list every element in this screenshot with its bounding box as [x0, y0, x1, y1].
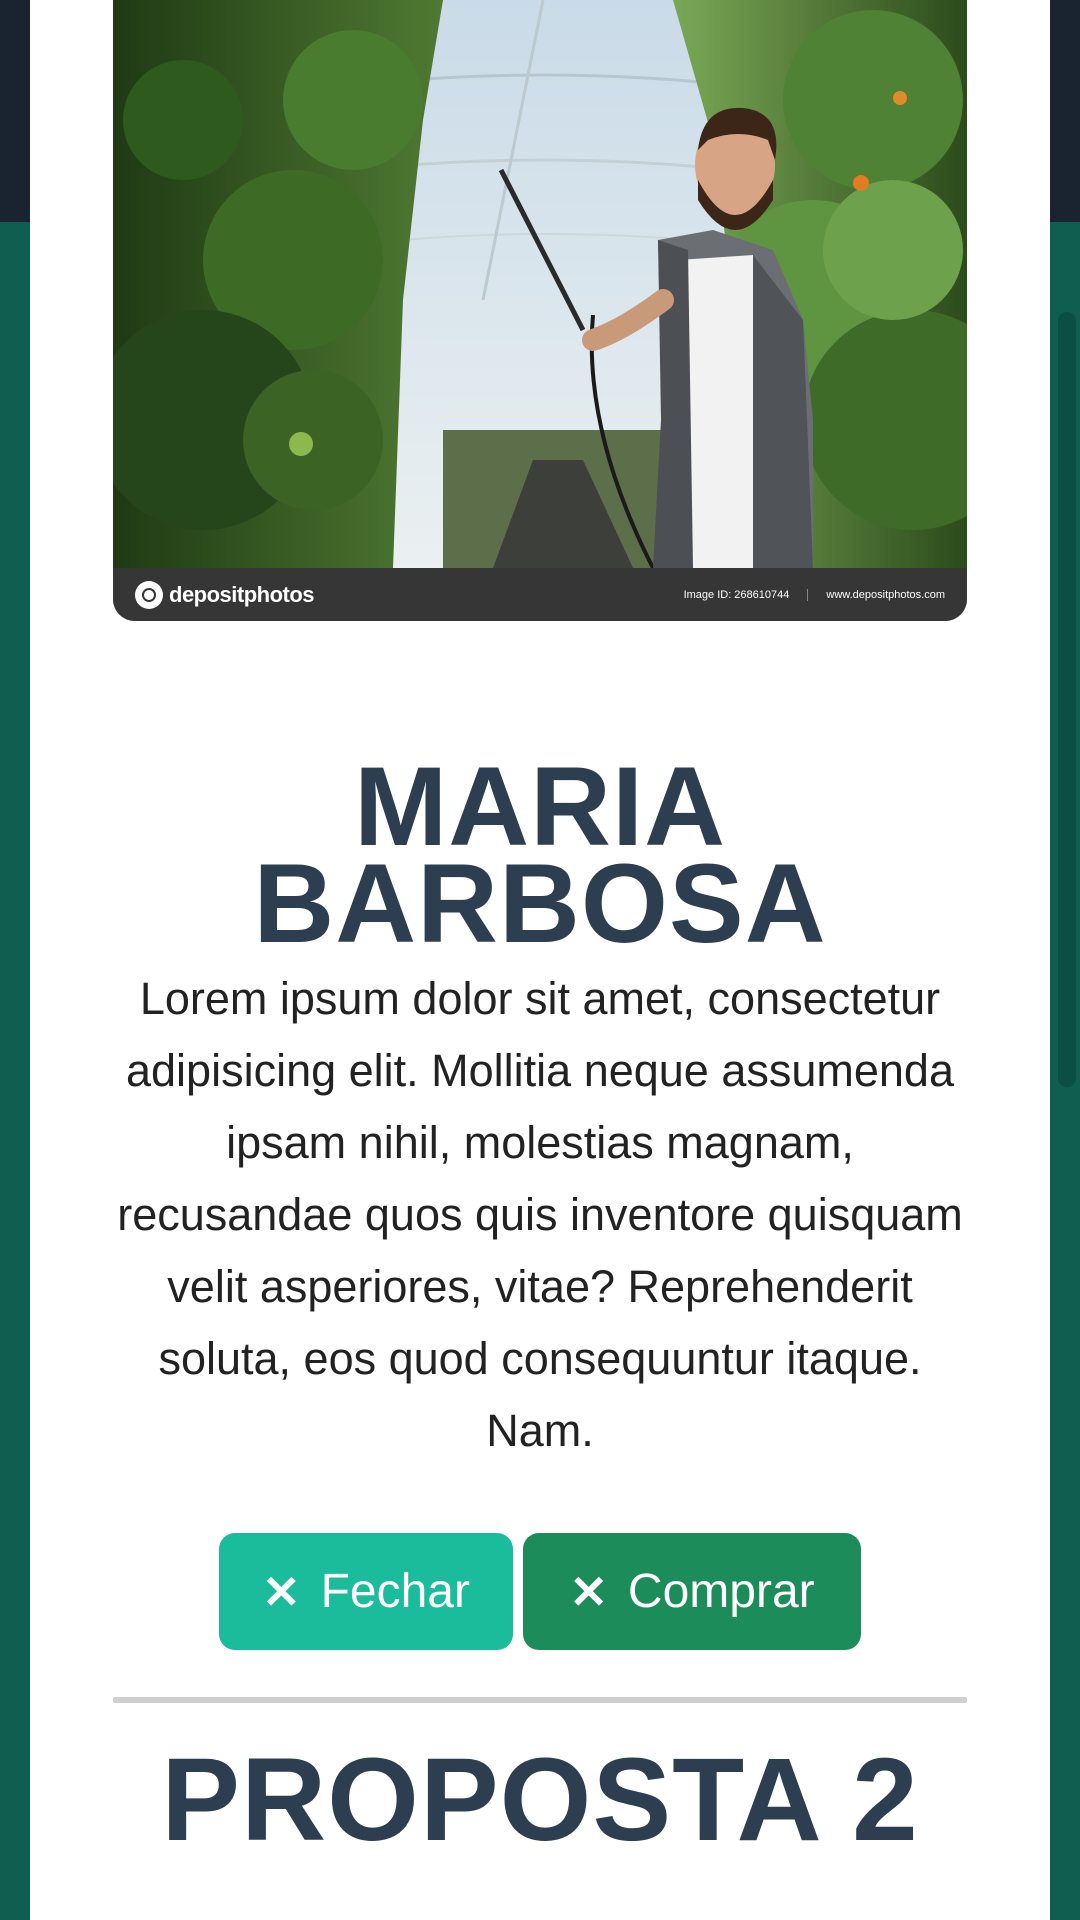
section-title: PROPOSTA 2 — [161, 1734, 919, 1866]
site-url: www.depositphotos.com — [807, 588, 945, 601]
depositphotos-logo: depositphotos — [135, 580, 315, 609]
camera-icon — [135, 580, 163, 609]
close-button-label: Fechar — [320, 1565, 470, 1618]
buy-button[interactable]: ✕ Comprar — [523, 1533, 861, 1650]
greenhouse-photo — [113, 0, 967, 621]
profile-description: Lorem ipsum dolor sit amet, consectetur … — [117, 973, 963, 1456]
times-icon: ✕ — [569, 1565, 608, 1618]
profile-name-line2: BARBOSA — [253, 841, 827, 966]
brand-text: depositphotos — [169, 581, 315, 607]
portfolio-image: depositphotos Image ID: 268610744 www.de… — [113, 0, 967, 621]
close-button[interactable]: ✕ Fechar — [219, 1533, 513, 1650]
watermark-bar: depositphotos Image ID: 268610744 www.de… — [113, 568, 967, 621]
times-icon: ✕ — [262, 1565, 301, 1618]
image-id: Image ID: 268610744 — [683, 588, 790, 601]
scrollbar[interactable] — [1058, 312, 1076, 1087]
profile-name: MARIA BARBOSA — [0, 751, 1080, 960]
buy-button-label: Comprar — [627, 1565, 815, 1618]
divider — [113, 1697, 967, 1703]
